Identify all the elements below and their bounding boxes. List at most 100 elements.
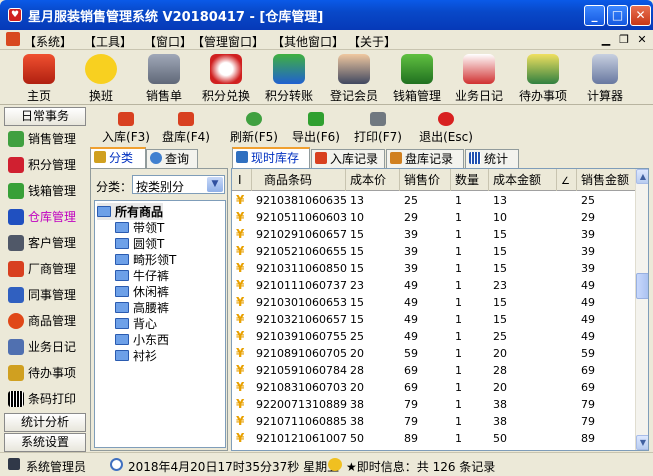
vertical-scrollbar[interactable]: ▲ ▼ — [635, 169, 648, 450]
house-icon — [23, 54, 55, 84]
calculator-button[interactable]: 计算器 — [574, 52, 636, 104]
table-row[interactable]: ¥9220071310889 38 79 1 38 79 — [232, 396, 635, 413]
cashbox-button[interactable]: 钱箱管理 — [386, 52, 448, 104]
nav-group-daily[interactable]: 日常事务 — [4, 107, 86, 126]
tab-stock-in-records[interactable]: 入库记录 — [311, 149, 385, 170]
print-button[interactable]: 打印(F7) — [352, 112, 404, 146]
nav-item-warehouse[interactable]: 仓库管理 — [8, 208, 88, 230]
column-header[interactable]: 商品条码 — [252, 169, 346, 191]
refresh-button[interactable]: 刷新(F5) — [228, 112, 280, 146]
info-icon — [328, 458, 342, 471]
tree-node[interactable]: 衬衫 — [115, 347, 157, 364]
register-member-button[interactable]: 登记会员 — [323, 52, 385, 104]
table-row[interactable]: ¥9210391060755 25 49 1 25 49 — [232, 328, 635, 345]
exit-button[interactable]: 退出(Esc) — [416, 112, 476, 146]
maximize-button[interactable]: □ — [607, 5, 628, 26]
table-row[interactable]: ¥9210301060653 15 49 1 15 49 — [232, 294, 635, 311]
tab-classify[interactable]: 分类 — [90, 147, 146, 170]
sort-indicator[interactable]: ∠ — [557, 169, 577, 191]
table-row[interactable]: ¥9210521060655 15 39 1 15 39 — [232, 243, 635, 260]
table-row[interactable]: ¥9210591060784 28 69 1 28 69 — [232, 362, 635, 379]
nav-group-settings[interactable]: 系统设置 — [4, 433, 86, 452]
table-row[interactable]: ¥9210511060603 10 29 1 10 29 — [232, 209, 635, 226]
mdi-restore-icon[interactable]: ❐ — [616, 32, 632, 47]
classify-select[interactable]: 按类别分 ▼ — [132, 175, 225, 194]
refresh-icon — [246, 112, 262, 126]
transfer-icon — [273, 54, 305, 84]
home-menu-icon[interactable] — [6, 32, 20, 46]
nav-item-customers[interactable]: 客户管理 — [8, 234, 88, 256]
menu-tools[interactable]: 【工具】 — [84, 33, 132, 50]
points-redeem-button[interactable]: 积分兑换 — [195, 52, 257, 104]
table-row[interactable]: ¥9210311060850 15 39 1 15 39 — [232, 260, 635, 277]
mdi-minimize-icon[interactable]: ▁ — [598, 32, 614, 47]
exit-icon — [438, 112, 454, 126]
tree-node[interactable]: 圆领T — [115, 235, 164, 252]
tab-stocktake-records[interactable]: 盘库记录 — [386, 149, 464, 170]
table-row[interactable]: ¥9210711060885 38 79 1 38 79 — [232, 413, 635, 430]
column-header[interactable]: 成本价 — [346, 169, 400, 191]
minimize-button[interactable]: _ — [584, 5, 605, 26]
table-row[interactable]: ¥9210111060737 23 49 1 23 49 — [232, 277, 635, 294]
menu-other-window[interactable]: 【其他窗口】 — [272, 33, 344, 50]
stock-in-button[interactable]: 入库(F3) — [98, 112, 154, 146]
chevron-down-icon[interactable]: ▼ — [207, 177, 223, 192]
mdi-close-icon[interactable]: ✕ — [634, 32, 650, 47]
table-row[interactable]: ¥9210291060657 15 39 1 15 39 — [232, 226, 635, 243]
table-cell: 23 — [493, 279, 507, 292]
table-cell: 1 — [455, 228, 462, 241]
tree-node[interactable]: 带领T — [115, 219, 164, 236]
tree-node[interactable]: 牛仔裤 — [115, 267, 169, 284]
points-transfer-button[interactable]: 积分转账 — [258, 52, 320, 104]
tree-node[interactable]: 畸形领T — [115, 251, 176, 268]
tree-node[interactable]: 小东西 — [115, 331, 169, 348]
close-button[interactable]: ✕ — [630, 5, 651, 26]
table-cell: 15 — [350, 313, 364, 326]
business-diary-button[interactable]: 业务日记 — [448, 52, 510, 104]
nav-item-points[interactable]: 积分管理 — [8, 156, 88, 178]
nav-item-sales[interactable]: 销售管理 — [8, 130, 88, 152]
column-header[interactable]: 成本金额 — [489, 169, 557, 191]
shift-change-button[interactable]: 换班 — [70, 52, 132, 104]
menu-system[interactable]: 【系统】 — [24, 33, 72, 50]
column-header[interactable]: I — [232, 169, 252, 191]
nav-item-barcode[interactable]: 条码打印 — [8, 390, 88, 412]
nav-group-statistics[interactable]: 统计分析 — [4, 413, 86, 432]
menu-manage-window[interactable]: 【管理窗口】 — [192, 33, 264, 50]
table-row[interactable]: ¥9210381060635 13 25 1 13 25 — [232, 192, 635, 209]
column-header[interactable]: 销售价 — [400, 169, 451, 191]
scroll-thumb[interactable] — [636, 273, 648, 299]
table-cell — [557, 209, 577, 226]
home-button[interactable]: 主页 — [8, 52, 70, 104]
nav-item-todo[interactable]: 待办事项 — [8, 364, 88, 386]
tab-current-stock[interactable]: 现时库存 — [232, 147, 310, 170]
table-row[interactable]: ¥9210321060657 15 49 1 15 49 — [232, 311, 635, 328]
sales-order-button[interactable]: 销售单 — [133, 52, 195, 104]
table-row[interactable]: ¥9210891060705 20 59 1 20 59 — [232, 345, 635, 362]
scroll-down-arrow-icon[interactable]: ▼ — [636, 435, 648, 450]
diary-icon — [463, 54, 495, 84]
tree-node[interactable]: 高腰裤 — [115, 299, 169, 316]
table-row[interactable]: ¥9210831060703 20 69 1 20 69 — [232, 379, 635, 396]
export-button[interactable]: 导出(F6) — [290, 112, 342, 146]
tree-node[interactable]: 背心 — [115, 315, 157, 332]
nav-item-vendors[interactable]: 厂商管理 — [8, 260, 88, 282]
folder-icon — [115, 270, 129, 281]
tree-node[interactable]: 休闲裤 — [115, 283, 169, 300]
table-row[interactable]: ¥9210121061007 50 89 1 50 89 — [232, 430, 635, 447]
nav-item-diary[interactable]: 业务日记 — [8, 338, 88, 360]
column-header[interactable]: 销售金额 — [577, 169, 635, 191]
title-bar[interactable]: ♥ 星月服装销售管理系统 V20180417 - [仓库管理] _ □ ✕ — [0, 0, 653, 30]
nav-item-products[interactable]: 商品管理 — [8, 312, 88, 334]
tab-statistics[interactable]: 统计 — [465, 149, 519, 170]
tab-query[interactable]: 查询 — [146, 149, 198, 170]
nav-item-cashbox[interactable]: 钱箱管理 — [8, 182, 88, 204]
scroll-up-arrow-icon[interactable]: ▲ — [636, 169, 648, 184]
todo-button[interactable]: 待办事项 — [512, 52, 574, 104]
tree-root[interactable]: 所有商品 — [97, 203, 164, 220]
column-header[interactable]: 数量 — [451, 169, 489, 191]
stocktake-button[interactable]: 盘库(F4) — [158, 112, 214, 146]
menu-about[interactable]: 【关于】 — [348, 33, 396, 50]
menu-window[interactable]: 【窗口】 — [144, 33, 192, 50]
nav-item-colleagues[interactable]: 同事管理 — [8, 286, 88, 308]
